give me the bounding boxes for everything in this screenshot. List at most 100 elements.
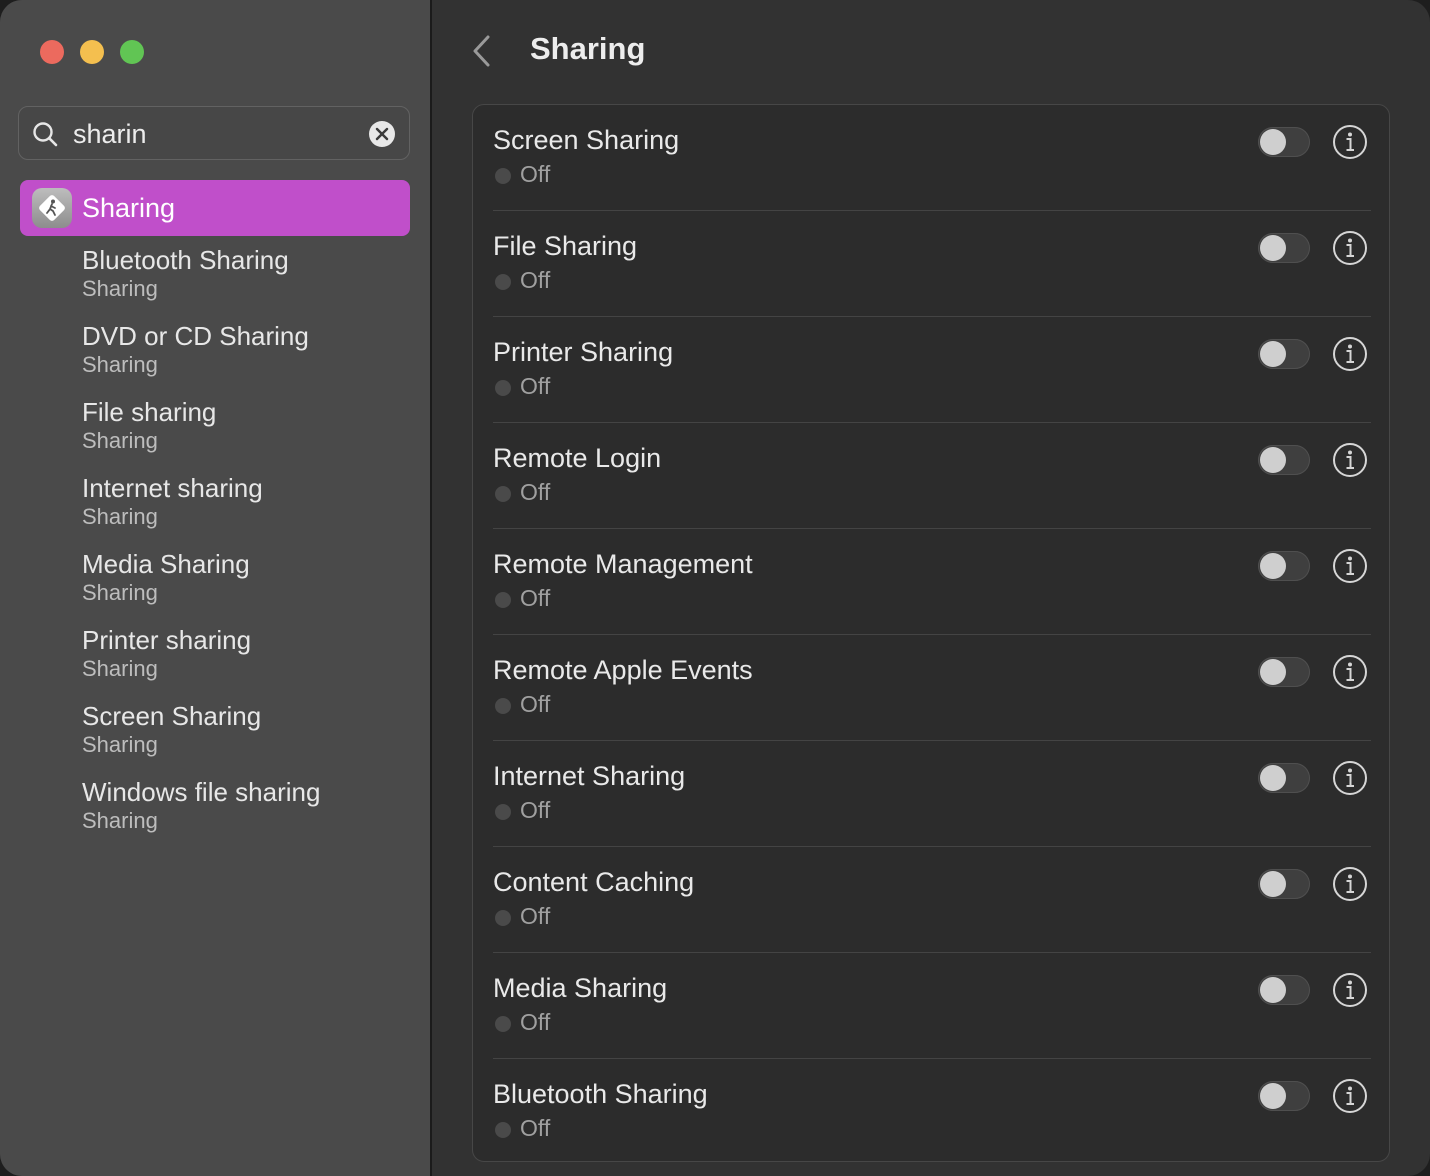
service-row-remote-management: Remote Management Off: [473, 529, 1391, 635]
service-name: Internet Sharing: [493, 761, 686, 791]
close-window-button[interactable]: [40, 40, 64, 64]
search-result-internet-sharing[interactable]: Internet sharing Sharing: [82, 473, 412, 531]
info-icon[interactable]: [1332, 548, 1368, 584]
toggle-knob: [1260, 1083, 1286, 1109]
result-subtitle: Sharing: [82, 732, 158, 757]
service-row-bluetooth-sharing: Bluetooth Sharing Off: [473, 1059, 1391, 1165]
status-dot-icon: [495, 1016, 511, 1032]
info-icon[interactable]: [1332, 442, 1368, 478]
service-status: Off: [520, 161, 551, 187]
main-content: Sharing Screen Sharing Off File Sharing …: [432, 0, 1430, 1176]
status-dot-icon: [495, 486, 511, 502]
search-result-screen-sharing[interactable]: Screen Sharing Sharing: [82, 701, 412, 759]
search-result-windows-file-sharing[interactable]: Windows file sharing Sharing: [82, 777, 412, 835]
service-name: Screen Sharing: [493, 125, 680, 155]
toggle-knob: [1260, 659, 1286, 685]
content-caching-toggle[interactable]: [1258, 869, 1310, 899]
result-subtitle: Sharing: [82, 276, 158, 301]
info-icon[interactable]: [1332, 124, 1368, 160]
toggle-knob: [1260, 341, 1286, 367]
status-dot-icon: [495, 380, 511, 396]
result-subtitle: Sharing: [82, 352, 158, 377]
status-dot-icon: [495, 592, 511, 608]
media-sharing-toggle[interactable]: [1258, 975, 1310, 1005]
clear-search-button[interactable]: [369, 121, 395, 147]
search-result-printer-sharing[interactable]: Printer sharing Sharing: [82, 625, 412, 683]
result-subtitle: Sharing: [82, 656, 158, 681]
info-icon[interactable]: [1332, 654, 1368, 690]
service-row-content-caching: Content Caching Off: [473, 847, 1391, 953]
result-title: Windows file sharing: [82, 777, 321, 807]
service-status: Off: [520, 373, 551, 399]
info-icon[interactable]: [1332, 1078, 1368, 1114]
search-result-media-sharing[interactable]: Media Sharing Sharing: [82, 549, 412, 607]
result-title: Printer sharing: [82, 625, 252, 655]
service-status: Off: [520, 691, 551, 717]
screen-sharing-toggle[interactable]: [1258, 127, 1310, 157]
remote-login-toggle[interactable]: [1258, 445, 1310, 475]
info-icon[interactable]: [1332, 336, 1368, 372]
service-row-remote-login: Remote Login Off: [473, 423, 1391, 529]
system-settings-window: sharin Sharing Bluetooth Sharing Sharing: [0, 0, 1430, 1176]
bluetooth-sharing-toggle[interactable]: [1258, 1081, 1310, 1111]
file-sharing-toggle[interactable]: [1258, 233, 1310, 263]
result-title: Media Sharing: [82, 549, 250, 579]
status-dot-icon: [495, 1122, 511, 1138]
result-subtitle: Sharing: [82, 808, 158, 833]
internet-sharing-toggle[interactable]: [1258, 763, 1310, 793]
sidebar-item-label: Sharing: [82, 193, 176, 223]
info-icon[interactable]: [1332, 760, 1368, 796]
sidebar-item-sharing[interactable]: Sharing: [20, 180, 410, 236]
result-subtitle: Sharing: [82, 580, 158, 605]
info-icon[interactable]: [1332, 972, 1368, 1008]
remote-apple-events-toggle[interactable]: [1258, 657, 1310, 687]
minimize-window-button[interactable]: [80, 40, 104, 64]
result-title: Screen Sharing: [82, 701, 262, 731]
remote-management-toggle[interactable]: [1258, 551, 1310, 581]
service-status: Off: [520, 479, 551, 505]
status-dot-icon: [495, 168, 511, 184]
service-row-screen-sharing: Screen Sharing Off: [473, 105, 1391, 211]
service-row-internet-sharing: Internet Sharing Off: [473, 741, 1391, 847]
service-name: Media Sharing: [493, 973, 668, 1003]
service-status: Off: [520, 1115, 551, 1141]
search-field[interactable]: sharin: [18, 106, 410, 160]
status-dot-icon: [495, 804, 511, 820]
toggle-knob: [1260, 765, 1286, 791]
service-status: Off: [520, 267, 551, 293]
service-status: Off: [520, 1009, 551, 1035]
info-icon[interactable]: [1332, 230, 1368, 266]
printer-sharing-toggle[interactable]: [1258, 339, 1310, 369]
service-status: Off: [520, 585, 551, 611]
search-result-bluetooth-sharing[interactable]: Bluetooth Sharing Sharing: [82, 245, 412, 303]
service-name: File Sharing: [493, 231, 638, 261]
magnifying-glass-icon: [33, 122, 58, 147]
service-row-remote-apple-events: Remote Apple Events Off: [473, 635, 1391, 741]
toggle-knob: [1260, 977, 1286, 1003]
result-subtitle: Sharing: [82, 504, 158, 529]
search-input[interactable]: sharin: [73, 119, 147, 150]
result-title: Internet sharing: [82, 473, 263, 503]
status-dot-icon: [495, 274, 511, 290]
zoom-window-button[interactable]: [120, 40, 144, 64]
toggle-knob: [1260, 871, 1286, 897]
info-icon[interactable]: [1332, 866, 1368, 902]
chevron-left-icon[interactable]: [470, 32, 496, 70]
service-name: Content Caching: [493, 867, 695, 897]
service-name: Remote Management: [493, 549, 753, 579]
services-list: Screen Sharing Off File Sharing Off Prin…: [472, 104, 1390, 1162]
service-status: Off: [520, 797, 551, 823]
page-title: Sharing: [530, 31, 646, 66]
search-result-dvd-cd-sharing[interactable]: DVD or CD Sharing Sharing: [82, 321, 412, 379]
clear-x-icon: [375, 127, 389, 141]
sidebar: sharin Sharing Bluetooth Sharing Sharing: [0, 0, 432, 1176]
service-name: Remote Apple Events: [493, 655, 753, 685]
service-row-media-sharing: Media Sharing Off: [473, 953, 1391, 1059]
toggle-knob: [1260, 235, 1286, 261]
service-name: Printer Sharing: [493, 337, 674, 367]
status-dot-icon: [495, 698, 511, 714]
result-title: DVD or CD Sharing: [82, 321, 309, 351]
status-dot-icon: [495, 910, 511, 926]
search-result-file-sharing[interactable]: File sharing Sharing: [82, 397, 412, 455]
result-title: File sharing: [82, 397, 217, 427]
